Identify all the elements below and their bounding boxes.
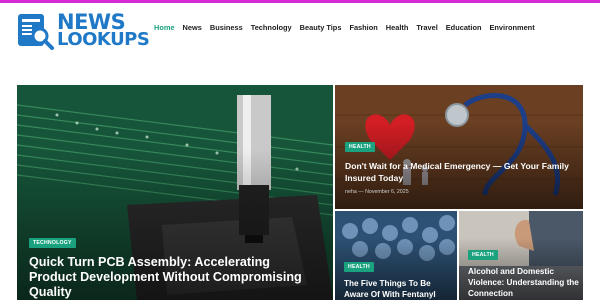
nav-item-education[interactable]: Education — [442, 23, 486, 32]
nav-item-travel[interactable]: Travel — [412, 23, 441, 32]
nav-item-technology[interactable]: Technology — [247, 23, 296, 32]
nav-item-health[interactable]: Health — [382, 23, 413, 32]
nav-item-beauty-tips[interactable]: Beauty Tips — [296, 23, 346, 32]
nav-item-business[interactable]: Business — [206, 23, 247, 32]
category-badge[interactable]: HEALTH — [468, 250, 498, 260]
post-title[interactable]: Don't Wait for a Medical Emergency — Get… — [345, 160, 570, 184]
newspaper-search-icon — [18, 14, 54, 50]
logo-wordmark: NEWS LOOKUPS — [57, 11, 150, 51]
post-card-medical[interactable]: HEALTH Don't Wait for a Medical Emergenc… — [335, 85, 583, 209]
main-nav: Home News Business Technology Beauty Tip… — [150, 23, 539, 32]
category-badge[interactable]: TECHNOLOGY — [29, 238, 76, 248]
site-logo[interactable]: NEWS LOOKUPS — [15, 9, 150, 53]
category-badge[interactable]: HEALTH — [345, 142, 375, 152]
nav-item-environment[interactable]: Environment — [485, 23, 538, 32]
category-badge[interactable]: HEALTH — [344, 262, 374, 272]
post-card-fentanyl[interactable]: HEALTH The Five Things To Be Aware Of Wi… — [335, 211, 457, 300]
post-card-alcohol[interactable]: HEALTH Alcohol and Domestic Violence: Un… — [459, 211, 583, 300]
post-author[interactable]: neha — [345, 189, 357, 195]
nav-item-fashion[interactable]: Fashion — [345, 23, 381, 32]
post-title[interactable]: Quick Turn PCB Assembly: Accelerating Pr… — [29, 255, 319, 300]
post-title[interactable]: Alcohol and Domestic Violence: Understan… — [468, 266, 582, 299]
nav-item-home[interactable]: Home — [150, 23, 179, 32]
post-title[interactable]: The Five Things To Be Aware Of With Fent… — [344, 278, 456, 300]
post-meta: neha — November 6, 2025 — [345, 189, 409, 195]
featured-post-card[interactable]: TECHNOLOGY Quick Turn PCB Assembly: Acce… — [17, 85, 333, 300]
logo-line-2: LOOKUPS — [57, 29, 150, 51]
site-header: NEWS LOOKUPS Home News Business Technolo… — [0, 3, 600, 55]
post-date: November 6, 2025 — [365, 189, 409, 195]
nav-item-news[interactable]: News — [179, 23, 206, 32]
